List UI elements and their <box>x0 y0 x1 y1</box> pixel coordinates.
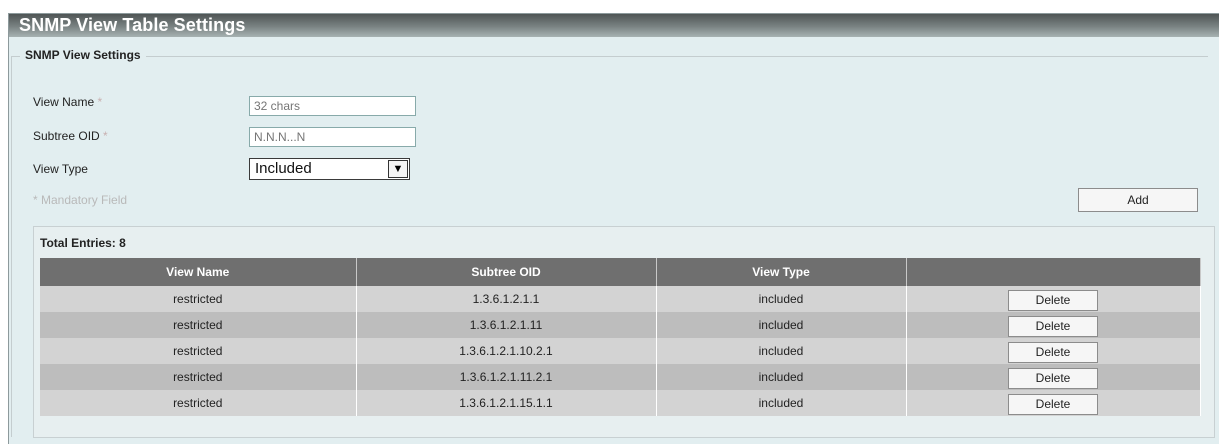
mandatory-field-note: * Mandatory Field <box>33 193 128 207</box>
total-entries: Total Entries: 8 <box>40 236 126 250</box>
view-type-selected-value: Included <box>255 160 312 177</box>
cell-action: Delete <box>906 338 1201 364</box>
column-header-view-type: View Type <box>656 258 907 286</box>
cell-action: Delete <box>906 286 1201 312</box>
snmp-view-table: View Name Subtree OID View Type restrict… <box>40 258 1201 416</box>
cell-subtree-oid: 1.3.6.1.2.1.11 <box>356 312 657 338</box>
delete-button[interactable]: Delete <box>1008 393 1098 415</box>
view-name-input[interactable] <box>249 96 416 116</box>
cell-subtree-oid: 1.3.6.1.2.1.11.2.1 <box>356 364 657 390</box>
delete-button[interactable]: Delete <box>1008 341 1098 363</box>
cell-view-type: included <box>656 364 907 390</box>
table-row: restricted 1.3.6.1.2.1.11 included Delet… <box>40 312 1201 338</box>
view-name-label: View Name * <box>33 95 102 109</box>
cell-view-name: restricted <box>40 286 357 312</box>
subtree-oid-label-text: Subtree OID <box>33 129 100 143</box>
cell-view-name: restricted <box>40 390 357 416</box>
view-type-select[interactable]: Included ▼ <box>249 158 410 180</box>
delete-button[interactable]: Delete <box>1008 367 1098 389</box>
cell-view-name: restricted <box>40 312 357 338</box>
cell-action: Delete <box>906 364 1201 390</box>
column-header-view-name: View Name <box>40 258 357 286</box>
view-type-label: View Type <box>33 162 88 176</box>
delete-button[interactable]: Delete <box>1008 289 1098 311</box>
cell-view-name: restricted <box>40 364 357 390</box>
table-header-row: View Name Subtree OID View Type <box>40 258 1201 286</box>
cell-action: Delete <box>906 312 1201 338</box>
cell-view-name: restricted <box>40 338 357 364</box>
delete-button[interactable]: Delete <box>1008 315 1098 337</box>
cell-action: Delete <box>906 390 1201 416</box>
cell-subtree-oid: 1.3.6.1.2.1.10.2.1 <box>356 338 657 364</box>
chevron-down-icon[interactable]: ▼ <box>388 160 408 178</box>
table-row: restricted 1.3.6.1.2.1.10.2.1 included D… <box>40 338 1201 364</box>
table-row: restricted 1.3.6.1.2.1.1 included Delete <box>40 286 1201 312</box>
subtree-oid-input[interactable] <box>249 127 416 147</box>
required-marker: * <box>97 95 103 109</box>
table-row: restricted 1.3.6.1.2.1.15.1.1 included D… <box>40 390 1201 416</box>
cell-view-type: included <box>656 338 907 364</box>
required-marker: * <box>103 129 108 143</box>
column-header-action <box>906 258 1201 286</box>
cell-view-type: included <box>656 312 907 338</box>
subtree-oid-label: Subtree OID * <box>33 129 108 143</box>
cell-view-type: included <box>656 390 907 416</box>
settings-legend: SNMP View Settings <box>20 48 146 62</box>
table-row: restricted 1.3.6.1.2.1.11.2.1 included D… <box>40 364 1201 390</box>
cell-subtree-oid: 1.3.6.1.2.1.15.1.1 <box>356 390 657 416</box>
cell-subtree-oid: 1.3.6.1.2.1.1 <box>356 286 657 312</box>
add-button[interactable]: Add <box>1078 188 1198 212</box>
page-title: SNMP View Table Settings <box>9 14 1219 37</box>
view-name-label-text: View Name <box>33 95 95 109</box>
column-header-subtree-oid: Subtree OID <box>356 258 657 286</box>
cell-view-type: included <box>656 286 907 312</box>
